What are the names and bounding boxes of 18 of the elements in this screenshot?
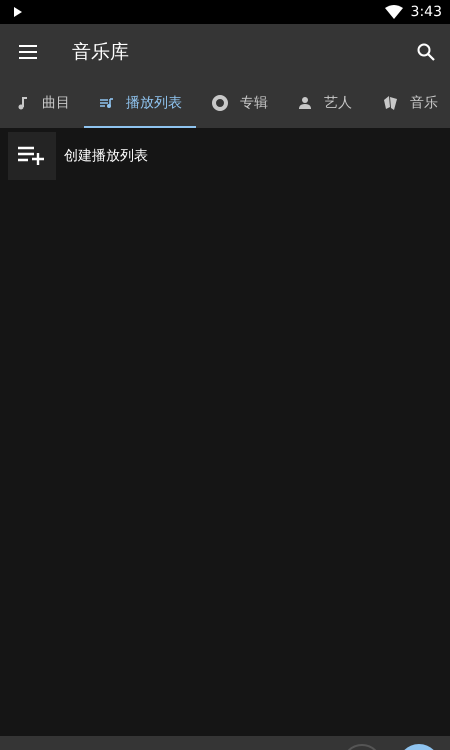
music-note-icon — [16, 96, 30, 110]
wifi-icon — [384, 5, 403, 19]
tab[interactable]: 曲目 — [0, 80, 84, 128]
person-icon — [298, 96, 312, 110]
toolbar-title: 音乐库 — [72, 40, 130, 65]
playlist-icon — [100, 96, 114, 110]
play-icon — [13, 7, 23, 17]
search-icon[interactable] — [417, 43, 435, 61]
clock-time: 3:43 — [410, 4, 442, 20]
tab[interactable]: 专辑 — [196, 80, 282, 128]
disc-icon — [212, 95, 228, 111]
tab[interactable]: 音乐 — [366, 80, 438, 128]
menu-icon[interactable] — [19, 45, 37, 59]
add-playlist-icon[interactable] — [8, 132, 56, 180]
create-playlist-label[interactable]: 创建播放列表 — [64, 147, 148, 165]
tab[interactable]: 艺人 — [282, 80, 366, 128]
tab[interactable]: 播放列表 — [84, 80, 196, 128]
cards-icon — [382, 95, 398, 111]
